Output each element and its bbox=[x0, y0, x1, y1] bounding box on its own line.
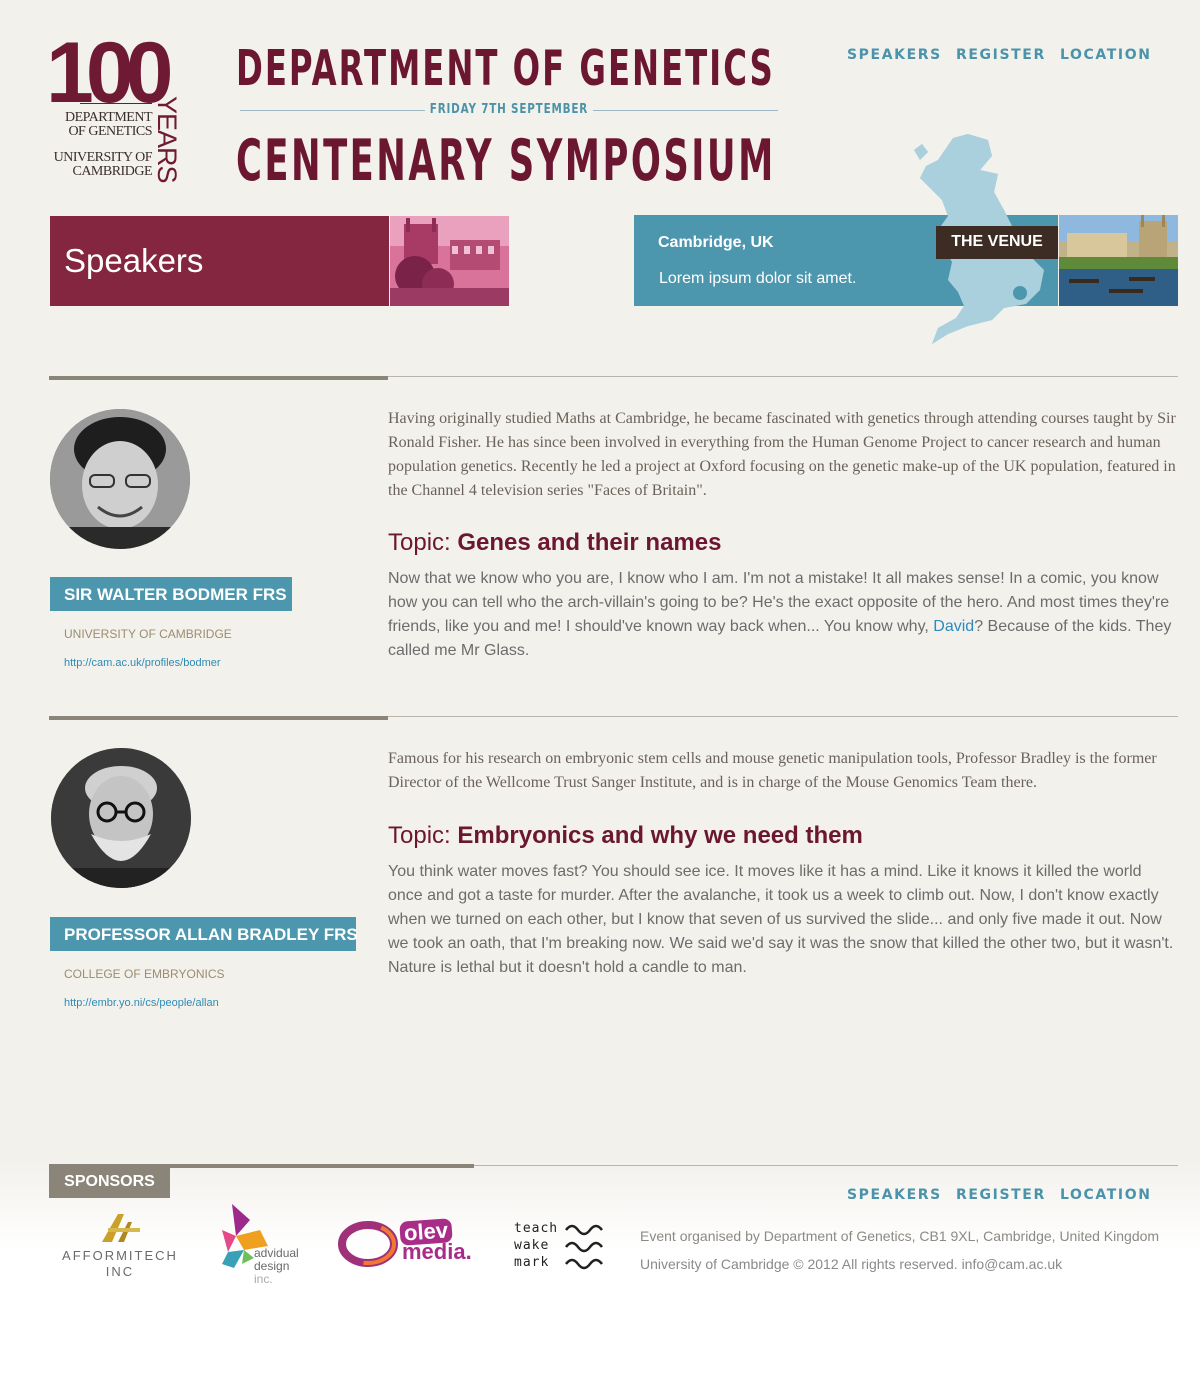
logo-dept-line1: DEPARTMENT bbox=[65, 110, 152, 125]
wave-icon bbox=[565, 1224, 603, 1270]
afformitech-name: AFFORMITECH bbox=[62, 1248, 178, 1263]
footer-nav-register[interactable]: REGISTER bbox=[956, 1187, 1046, 1203]
sponsor-teach-wake-mark[interactable]: teach wake mark bbox=[514, 1218, 609, 1274]
footer-nav: SPEAKERS REGISTER LOCATION bbox=[0, 1187, 1200, 1207]
venue-city: Cambridge, UK bbox=[658, 234, 774, 251]
afformitech-logo-icon bbox=[102, 1214, 140, 1242]
speaker-name: PROFESSOR ALLAN BRADLEY FRS bbox=[64, 925, 358, 944]
logo-uni-line2: CAMBRIDGE bbox=[72, 164, 152, 179]
afformitech-inc: INC bbox=[105, 1264, 135, 1279]
speaker-topic: Topic: Genes and their names bbox=[388, 529, 721, 557]
speaker-avatar bbox=[50, 409, 190, 549]
speaker-description: Now that we know who you are, I know who… bbox=[388, 567, 1180, 663]
section-divider-accent bbox=[49, 376, 388, 380]
sponsor-advidual-design[interactable]: advidual design inc. bbox=[214, 1202, 314, 1288]
twm-line3: mark bbox=[514, 1255, 550, 1270]
event-date-row: FRIDAY 7TH SEPTEMBER bbox=[240, 102, 778, 118]
speaker-name: SIR WALTER BODMER FRS bbox=[64, 585, 287, 604]
speaker-affiliation: COLLEGE OF EMBRYONICS bbox=[64, 967, 225, 981]
footer-copyright: University of Cambridge © 2012 All right… bbox=[640, 1256, 1063, 1272]
twm-line2: wake bbox=[514, 1238, 550, 1253]
venue-tag[interactable]: THE VENUE bbox=[936, 226, 1058, 259]
advidual-name: advidual design inc. bbox=[254, 1247, 299, 1286]
speaker-name-tag[interactable]: SIR WALTER BODMER FRS bbox=[50, 577, 292, 611]
nav-location[interactable]: LOCATION bbox=[1060, 47, 1152, 63]
speaker-name-tag[interactable]: PROFESSOR ALLAN BRADLEY FRS bbox=[50, 917, 358, 951]
nav-speakers[interactable]: SPEAKERS bbox=[847, 47, 942, 63]
twm-line1: teach bbox=[514, 1221, 559, 1236]
topic-title: Embryonics and why we need them bbox=[457, 822, 863, 849]
speaker-avatar bbox=[51, 748, 191, 888]
logo-dept-line2: OF GENETICS bbox=[68, 124, 152, 139]
footer-organised-by: Event organised by Department of Genetic… bbox=[640, 1228, 1160, 1244]
section-divider-accent bbox=[49, 716, 388, 720]
speaker-bio: Having originally studied Maths at Cambr… bbox=[388, 410, 1176, 499]
speakers-banner: Speakers bbox=[50, 216, 389, 306]
page-title-line2: CENTENARY SYMPOSIUM bbox=[236, 128, 776, 194]
olev-media: media. bbox=[402, 1239, 472, 1264]
venue-photo bbox=[1059, 215, 1178, 306]
olev-ring-icon bbox=[338, 1221, 398, 1267]
description-link-david[interactable]: David bbox=[933, 618, 974, 635]
logo-divider bbox=[80, 103, 152, 104]
logo-uni-line1: UNIVERSITY OF bbox=[53, 150, 153, 165]
venue-tag-label: THE VENUE bbox=[951, 233, 1043, 250]
speaker-profile-link[interactable]: http://embr.yo.ni/cs/people/allan bbox=[64, 997, 219, 1009]
advidual-line3: inc. bbox=[254, 1272, 273, 1286]
event-date: FRIDAY 7TH SEPTEMBER bbox=[240, 102, 778, 117]
venue-description: Lorem ipsum dolor sit amet. bbox=[659, 270, 857, 287]
topic-prefix: Topic: bbox=[388, 529, 458, 556]
logo-department: DEPARTMENT OF GENETICS bbox=[48, 111, 152, 139]
event-date-text: FRIDAY 7TH SEPTEMBER bbox=[425, 102, 593, 117]
speaker-description: You think water moves fast? You should s… bbox=[388, 863, 1174, 976]
speakers-banner-title: Speakers bbox=[64, 242, 204, 279]
speaker-topic: Topic: Embryonics and why we need them bbox=[388, 822, 863, 850]
topic-title: Genes and their names bbox=[457, 529, 722, 556]
sponsor-afformitech[interactable]: AFFORMITECH INC bbox=[60, 1208, 180, 1284]
topic-prefix: Topic: bbox=[388, 822, 458, 849]
speaker-bio: Famous for his research on embryonic ste… bbox=[388, 750, 1157, 791]
sponsor-olev-media[interactable]: olev media. bbox=[338, 1217, 483, 1270]
top-nav: SPEAKERS REGISTER LOCATION bbox=[0, 47, 1200, 67]
footer-nav-location[interactable]: LOCATION bbox=[1060, 1187, 1152, 1203]
twm-text: teach wake mark bbox=[514, 1220, 558, 1271]
footer-nav-speakers[interactable]: SPEAKERS bbox=[847, 1187, 942, 1203]
cambridge-photo bbox=[390, 216, 509, 306]
speaker-affiliation: UNIVERSITY OF CAMBRIDGE bbox=[64, 627, 232, 641]
logo-years: YEARS bbox=[152, 96, 184, 183]
logo-university: UNIVERSITY OF CAMBRIDGE bbox=[48, 150, 153, 179]
nav-register[interactable]: REGISTER bbox=[956, 47, 1046, 63]
logo-years-text: YEARS bbox=[152, 96, 182, 183]
speaker-profile-link[interactable]: http://cam.ac.uk/profiles/bodmer bbox=[64, 657, 221, 669]
